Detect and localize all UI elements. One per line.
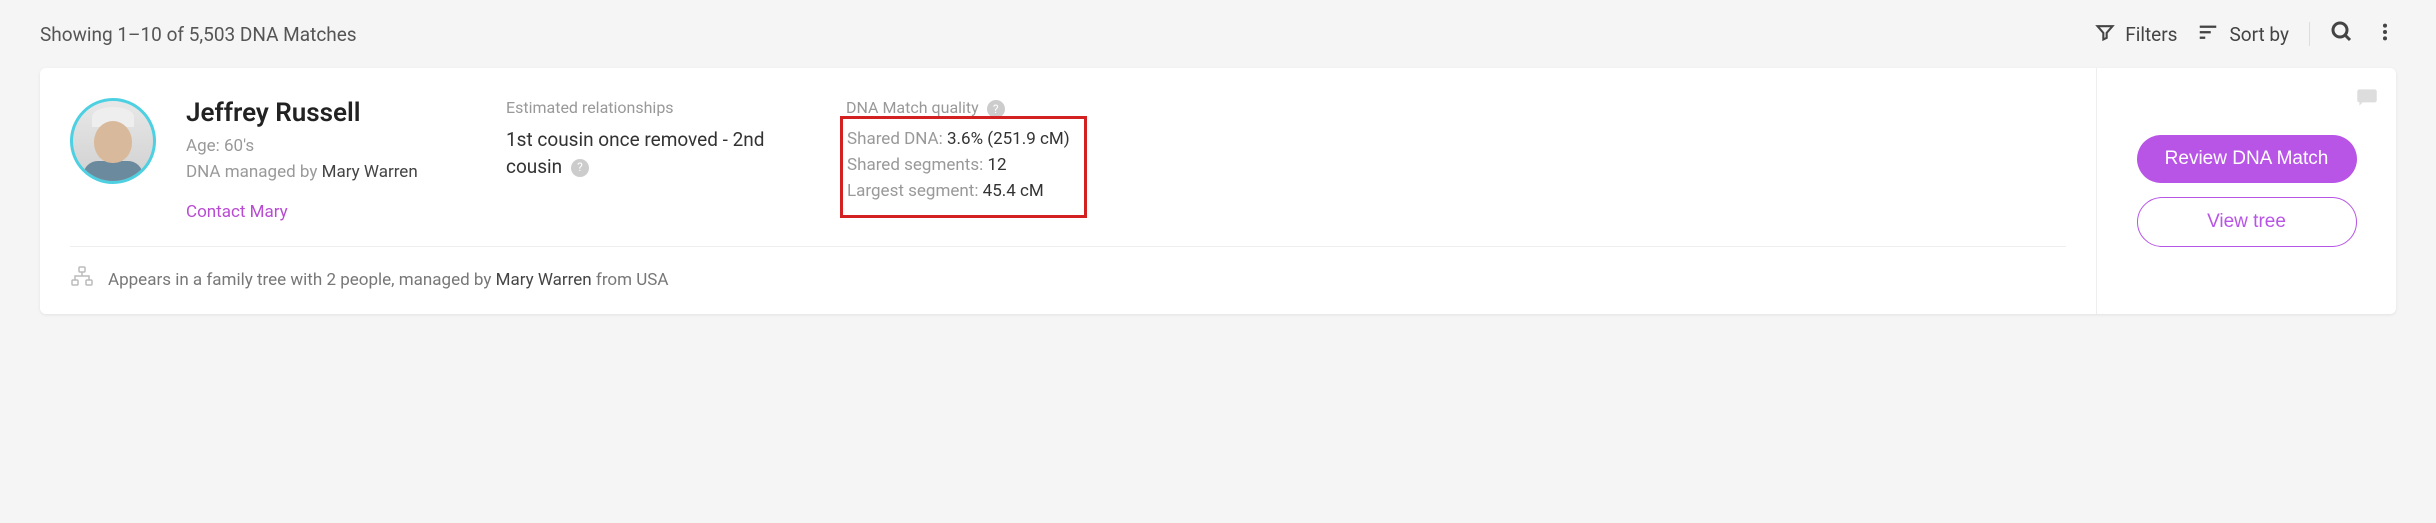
avatar[interactable] [70, 98, 156, 184]
search-button[interactable] [2330, 20, 2354, 48]
sort-button[interactable]: Sort by [2197, 21, 2289, 48]
list-header: Showing 1–10 of 5,503 DNA Matches Filter… [40, 20, 2396, 48]
manager-name: Mary Warren [322, 162, 418, 182]
sort-icon [2197, 21, 2219, 48]
results-count: Showing 1–10 of 5,503 DNA Matches [40, 23, 357, 46]
relationships-label: Estimated relationships [506, 98, 816, 117]
match-top-section: Jeffrey Russell Age: 60's DNA managed by… [70, 98, 2066, 246]
largest-segment-row: Largest segment: 45.4 cM [847, 181, 1070, 201]
chat-icon[interactable] [2354, 84, 2380, 114]
person-info: Jeffrey Russell Age: 60's DNA managed by… [186, 98, 476, 222]
relationships-value: 1st cousin once removed - 2nd cousin ? [506, 127, 816, 180]
view-tree-button[interactable]: View tree [2137, 197, 2357, 247]
tree-icon [70, 265, 94, 294]
sort-label: Sort by [2229, 23, 2289, 46]
more-options-button[interactable] [2374, 21, 2396, 47]
card-actions: Review DNA Match View tree [2096, 68, 2396, 314]
search-icon [2330, 20, 2354, 48]
filters-label: Filters [2125, 23, 2177, 46]
more-vertical-icon [2374, 21, 2396, 47]
filters-button[interactable]: Filters [2095, 22, 2177, 47]
filter-icon [2095, 22, 2115, 47]
card-main: Jeffrey Russell Age: 60's DNA managed by… [40, 68, 2096, 314]
shared-dna-row: Shared DNA: 3.6% (251.9 cM) [847, 129, 1070, 149]
relationships-section: Estimated relationships 1st cousin once … [506, 98, 816, 222]
header-actions: Filters Sort by [2095, 20, 2396, 48]
shared-segments-row: Shared segments: 12 [847, 155, 1070, 175]
family-tree-info: Appears in a family tree with 2 people, … [70, 247, 2066, 294]
review-dna-match-button[interactable]: Review DNA Match [2137, 135, 2357, 183]
contact-link[interactable]: Contact Mary [186, 202, 288, 222]
managed-by: DNA managed by Mary Warren [186, 162, 476, 182]
help-icon[interactable]: ? [571, 159, 589, 177]
person-name: Jeffrey Russell [186, 98, 476, 128]
person-age: Age: 60's [186, 136, 476, 156]
divider [2309, 22, 2310, 46]
dna-match-card: Jeffrey Russell Age: 60's DNA managed by… [40, 68, 2396, 314]
tree-info-text: Appears in a family tree with 2 people, … [108, 270, 668, 290]
quality-highlight-box: Shared DNA: 3.6% (251.9 cM) Shared segme… [840, 116, 1087, 218]
quality-section: DNA Match quality ? Shared DNA: 3.6% (25… [846, 98, 2066, 222]
